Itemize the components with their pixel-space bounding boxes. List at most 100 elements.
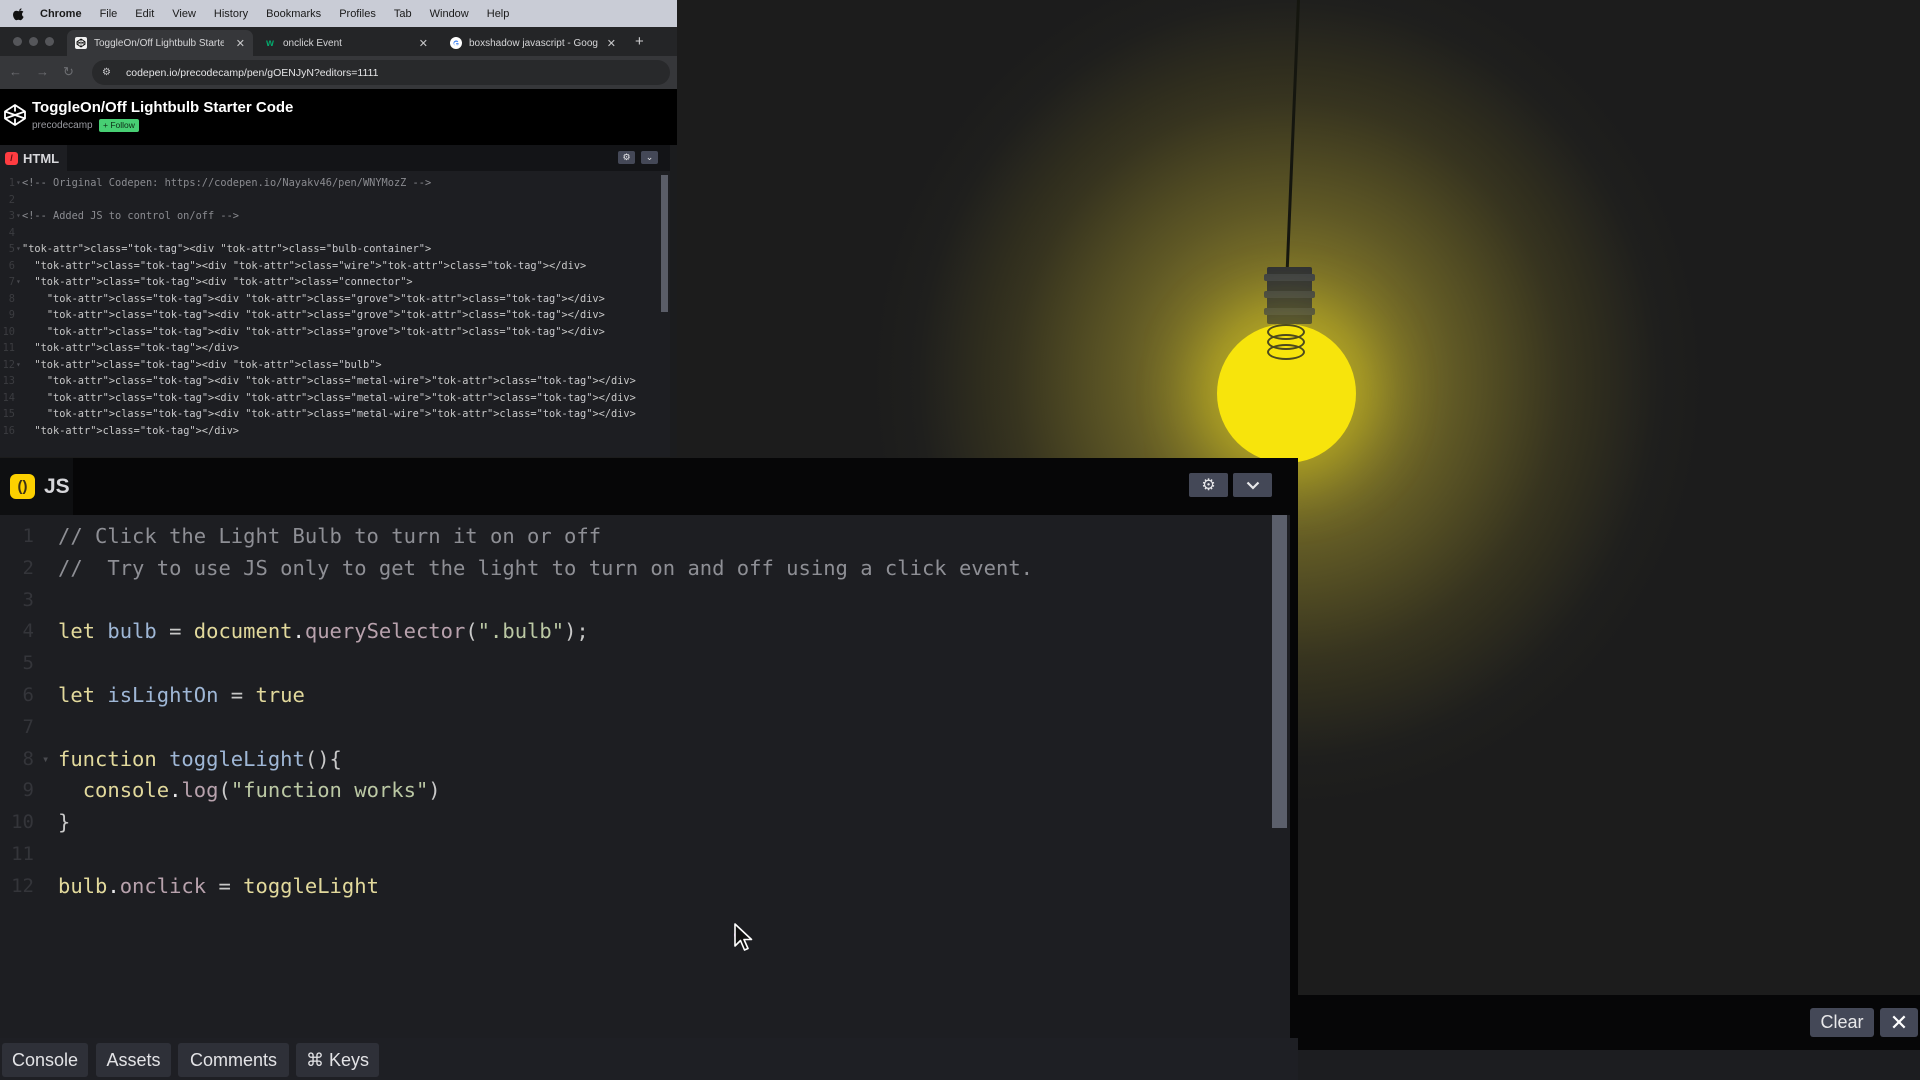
code-line[interactable]: 14 "tok-attr">class="tok-tag"><div "tok-…: [0, 390, 660, 407]
footer-assets-button[interactable]: Assets: [96, 1043, 171, 1077]
code-line[interactable]: 11 "tok-attr">class="tok-tag"></div>: [0, 340, 660, 357]
site-settings-icon[interactable]: ⚙: [102, 67, 116, 78]
menu-view[interactable]: View: [172, 8, 196, 20]
console-close-button[interactable]: ✕: [1880, 1008, 1918, 1037]
url-input[interactable]: ⚙ codepen.io/precodecamp/pen/gOENJyN?edi…: [92, 60, 670, 85]
code-line[interactable]: 8 "tok-attr">class="tok-tag"><div "tok-a…: [0, 291, 660, 308]
window-maximize-button[interactable]: [45, 37, 54, 46]
code-line[interactable]: 16 "tok-attr">class="tok-tag"></div>: [0, 423, 660, 440]
line-number: 10: [2, 325, 15, 338]
codepen-logo-icon[interactable]: [3, 103, 27, 127]
new-tab-button[interactable]: +: [635, 33, 644, 50]
code-line[interactable]: 5 ▾ "tok-attr">class="tok-tag"><div "tok-a…: [0, 241, 660, 258]
code-text: "tok-attr">class="tok-tag"><div "tok-att…: [46, 391, 636, 404]
code-line[interactable]: 12 ▾ "tok-attr">class="tok-tag"><div "tok…: [0, 357, 660, 374]
menu-file[interactable]: File: [100, 8, 118, 20]
html-editor-tab[interactable]: / HTML: [0, 145, 67, 171]
menu-edit[interactable]: Edit: [135, 8, 154, 20]
menu-app-name[interactable]: Chrome: [40, 8, 82, 20]
code-line[interactable]: 7 ▾ "tok-attr">class="tok-tag"><div "tok-…: [0, 274, 660, 291]
line-number: 2: [22, 556, 34, 579]
line-number: 16: [2, 424, 15, 437]
html-settings-button[interactable]: ⚙: [618, 151, 635, 164]
code-line[interactable]: 6 let isLightOn = true: [0, 680, 1260, 712]
line-number: 15: [2, 408, 15, 420]
code-text: let bulb = document.querySelector(".bulb…: [58, 619, 589, 644]
code-text: // Try to use JS only to get the light t…: [58, 555, 1034, 580]
browser-tab-codepen[interactable]: ToggleOn/Off Lightbulb Starte ✕: [67, 30, 253, 56]
menu-bookmarks[interactable]: Bookmarks: [266, 8, 321, 20]
html-collapse-button[interactable]: ⌄: [641, 151, 658, 164]
close-icon: ✕: [1889, 1009, 1909, 1035]
codepen-icon: [75, 37, 87, 49]
code-line[interactable]: 5: [0, 648, 1260, 680]
back-icon[interactable]: ←: [9, 64, 22, 79]
code-line[interactable]: 11: [0, 839, 1260, 871]
js-settings-button[interactable]: ⚙: [1189, 473, 1228, 497]
code-line[interactable]: 9 "tok-attr">class="tok-tag"><div "tok-a…: [0, 307, 660, 324]
line-number: 8: [8, 292, 15, 305]
lightbulb[interactable]: [1217, 324, 1356, 463]
code-line[interactable]: 10 "tok-attr">class="tok-tag"><div "tok-…: [0, 324, 660, 341]
browser-tab-google[interactable]: boxshadow javascript - Goog ✕: [442, 30, 624, 56]
code-line[interactable]: 2 // Try to use JS only to get the light …: [0, 553, 1260, 585]
editor-divider[interactable]: [1290, 458, 1298, 1038]
js-code-area[interactable]: 1 // Click the Light Bulb to turn it on o…: [0, 521, 1260, 903]
menu-tab[interactable]: Tab: [394, 8, 412, 20]
code-line[interactable]: 7: [0, 712, 1260, 744]
line-number: 4: [22, 620, 34, 643]
code-line[interactable]: 8 ▾ function toggleLight(){: [0, 744, 1260, 776]
menu-help[interactable]: Help: [487, 8, 510, 20]
code-text: "tok-attr">class="tok-tag"><div "tok-att…: [34, 358, 382, 371]
js-editor-header: () JS ⚙: [0, 458, 1290, 515]
window-minimize-button[interactable]: [29, 37, 38, 46]
console-clear-button[interactable]: Clear: [1810, 1008, 1874, 1037]
pen-author[interactable]: precodecamp: [32, 120, 93, 131]
footer-console-button[interactable]: Console: [2, 1043, 88, 1077]
footer-keys-button[interactable]: ⌘ Keys: [296, 1043, 379, 1077]
connector-grove: [1264, 308, 1315, 315]
code-line[interactable]: 4 let bulb = document.querySelector(".bul…: [0, 616, 1260, 648]
code-line[interactable]: 10}: [0, 807, 1260, 839]
html-code-area[interactable]: 1 ▾ <!-- Original Codepen: https://codepen…: [0, 175, 660, 439]
apple-icon[interactable]: [12, 7, 26, 21]
menu-profiles[interactable]: Profiles: [339, 8, 376, 20]
close-tab-icon[interactable]: ✕: [419, 37, 428, 50]
browser-tab-onclick-event[interactable]: w onclick Event ✕: [256, 30, 436, 56]
forward-icon[interactable]: →: [36, 64, 49, 79]
close-tab-icon[interactable]: ✕: [607, 37, 616, 50]
line-number: 7: [22, 715, 34, 738]
tab-title: onclick Event: [283, 37, 342, 49]
code-line[interactable]: 12 bulb.onclick = toggleLight: [0, 871, 1260, 903]
code-line[interactable]: 4: [0, 225, 660, 242]
line-number: 10: [11, 811, 34, 834]
line-number: 12: [11, 874, 34, 897]
html-editor-scrollbar[interactable]: [661, 175, 668, 312]
js-collapse-button[interactable]: [1233, 473, 1272, 497]
reload-icon[interactable]: ↻: [63, 64, 74, 80]
code-line[interactable]: 9 console.log("function works"): [0, 775, 1260, 807]
code-line[interactable]: 1 ▾ <!-- Original Codepen: https://codepen…: [0, 175, 660, 192]
code-text: // Click the Light Bulb to turn it on or…: [58, 524, 602, 548]
code-line[interactable]: 15 "tok-attr">class="tok-tag"><div "tok-…: [0, 406, 660, 423]
close-tab-icon[interactable]: ✕: [236, 37, 245, 50]
code-line[interactable]: 6 "tok-attr">class="tok-tag"><div "tok-a…: [0, 258, 660, 275]
line-number: 2: [8, 193, 15, 206]
code-text: "tok-attr">class="tok-tag"><div "tok-att…: [34, 276, 413, 288]
gear-icon: ⚙: [1201, 477, 1216, 494]
code-line[interactable]: 1 // Click the Light Bulb to turn it on o…: [0, 521, 1260, 553]
footer-comments-button[interactable]: Comments: [178, 1043, 289, 1077]
follow-button[interactable]: + Follow: [99, 119, 139, 132]
line-number: 13: [2, 375, 15, 387]
codepen-footer: Console Assets Comments ⌘ Keys: [0, 1038, 1298, 1080]
code-line[interactable]: 2: [0, 192, 660, 209]
menu-window[interactable]: Window: [430, 8, 469, 20]
js-editor-tab[interactable]: () JS: [0, 458, 73, 515]
code-line[interactable]: 13 "tok-attr">class="tok-tag"><div "tok-…: [0, 373, 660, 390]
code-line[interactable]: 3: [0, 585, 1260, 617]
menu-history[interactable]: History: [214, 8, 248, 20]
code-line[interactable]: 3 ▾ <!-- Added JS to control on/off -->: [0, 208, 660, 225]
window-close-button[interactable]: [13, 37, 22, 46]
gear-icon: ⚙: [622, 152, 631, 162]
js-editor-scrollbar[interactable]: [1272, 515, 1287, 828]
